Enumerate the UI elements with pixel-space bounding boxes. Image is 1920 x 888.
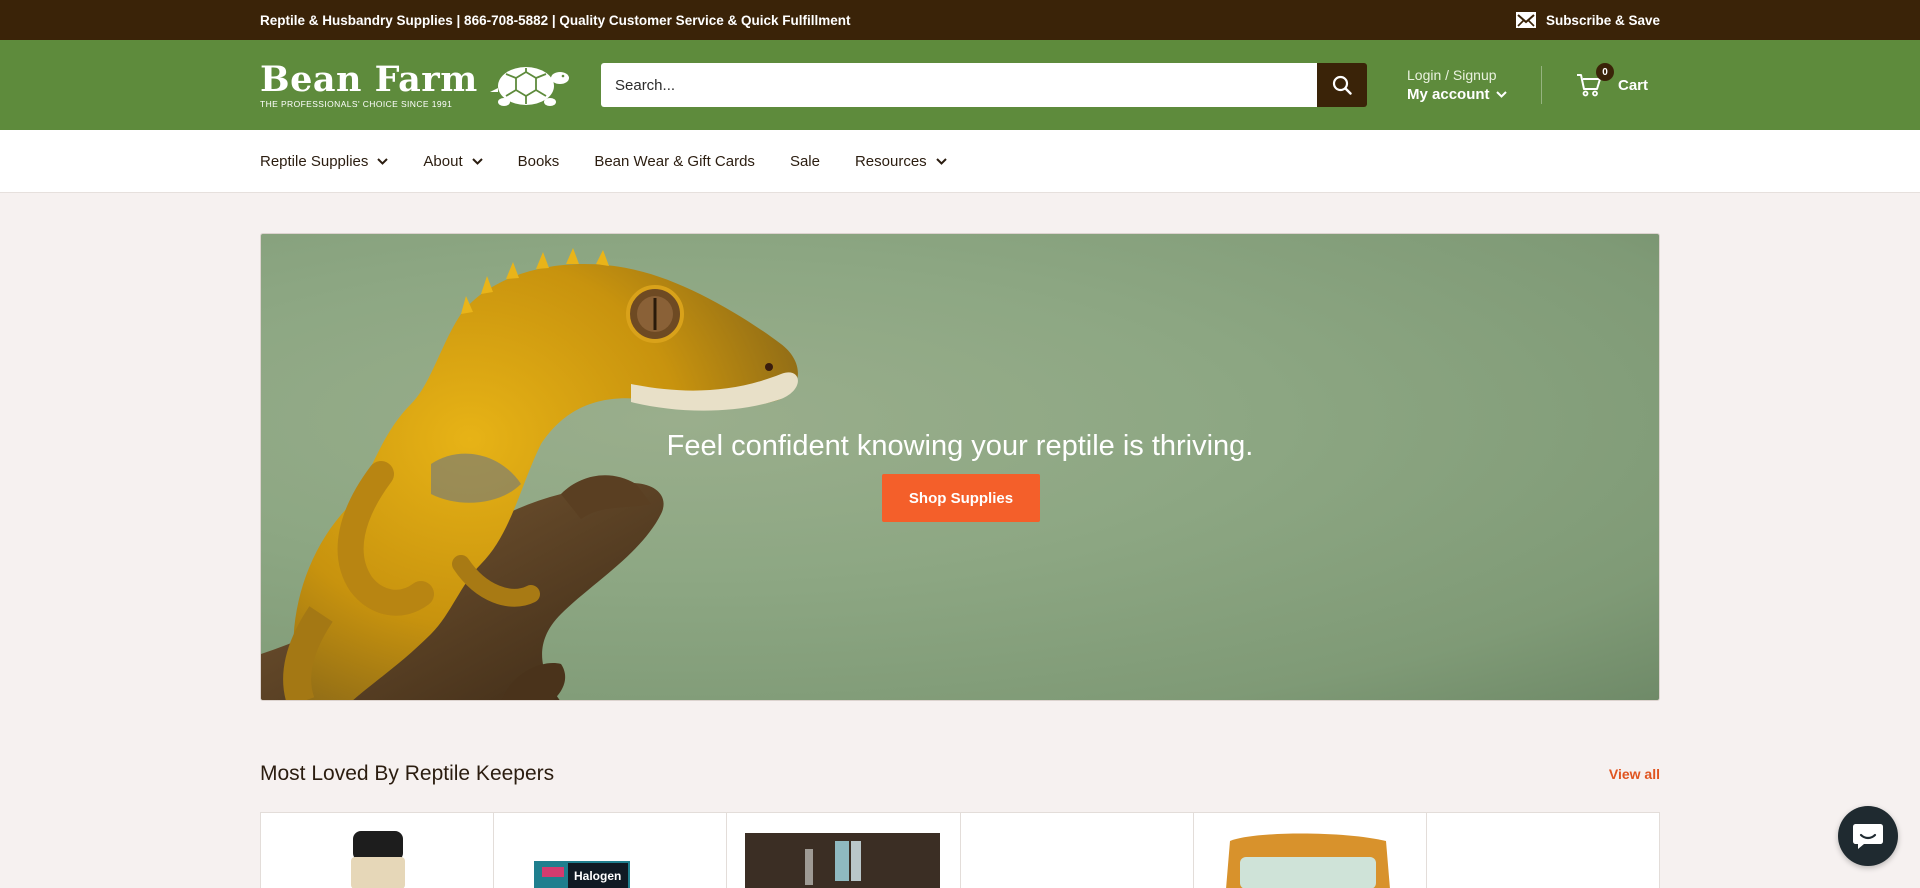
nav-item-reptile-supplies[interactable]: Reptile Supplies [260, 152, 389, 170]
product-terrarium-image [745, 833, 941, 888]
product-card[interactable]: Halogen [494, 813, 728, 888]
featured-section-title: Most Loved By Reptile Keepers [260, 762, 555, 785]
subscribe-label: Subscribe & Save [1545, 12, 1660, 28]
nav-item-label: Books [517, 152, 560, 170]
account-menu[interactable]: Login / Signup My account [1407, 67, 1517, 103]
nav-item-label: Sale [789, 152, 820, 170]
main-nav: Reptile Supplies About Books Bean Wear &… [0, 130, 1920, 193]
logo-brand: Bean Farm [260, 58, 478, 100]
chevron-down-icon [1495, 91, 1507, 98]
announcement-text: Reptile & Husbandry Supplies | 866-708-5… [260, 12, 851, 28]
search-icon [1332, 75, 1352, 95]
chat-icon [1853, 824, 1883, 849]
featured-section-header: Most Loved By Reptile Keepers View all [260, 762, 1660, 786]
nav-item-books[interactable]: Books [518, 153, 560, 170]
login-link[interactable]: Login / Signup [1407, 67, 1517, 83]
site-logo[interactable]: Bean Farm THE PROFESSIONALS' CHOICE SINC… [260, 55, 601, 115]
product-card[interactable] [261, 813, 495, 888]
product-card[interactable] [727, 813, 961, 888]
search-bar [601, 63, 1367, 107]
chevron-down-icon [471, 157, 483, 165]
subscribe-link[interactable]: Subscribe & Save [1515, 12, 1660, 28]
hero-banner: Feel confident knowing your reptile is t… [260, 233, 1660, 701]
nav-item-label: Resources [854, 152, 927, 170]
cart-label: Cart [1618, 76, 1649, 94]
product-card[interactable] [1427, 813, 1659, 888]
chat-widget-button[interactable] [1838, 806, 1898, 866]
product-halogen-image: Halogen [534, 861, 631, 888]
chevron-down-icon [935, 157, 947, 165]
nav-item-label: About [423, 152, 463, 170]
nav-item-sale[interactable]: Sale [790, 153, 820, 170]
search-button[interactable] [1317, 63, 1367, 107]
site-header: Bean Farm THE PROFESSIONALS' CHOICE SINC… [0, 40, 1920, 130]
product-bottle-image [351, 831, 405, 888]
logo-wordmark: Bean Farm THE PROFESSIONALS' CHOICE SINC… [260, 58, 478, 109]
product-card[interactable] [961, 813, 1194, 888]
turtle-logo-icon [489, 67, 569, 106]
cart-count-badge: 0 [1596, 63, 1614, 81]
view-all-link[interactable]: View all [1609, 766, 1660, 782]
my-account-toggle[interactable]: My account [1407, 86, 1517, 103]
logo-tagline: THE PROFESSIONALS' CHOICE SINCE 1991 [260, 98, 453, 109]
cart-link[interactable]: 0 Cart [1576, 63, 1649, 97]
announcement-bar: Reptile & Husbandry Supplies | 866-708-5… [0, 0, 1920, 40]
gecko-image [261, 248, 798, 700]
my-account-label: My account [1407, 86, 1490, 103]
nav-item-label: Reptile Supplies [260, 152, 369, 170]
product-grid: Halogen [260, 812, 1660, 888]
chevron-down-icon [377, 157, 389, 165]
product-bag-image [1225, 833, 1390, 888]
product-thumb-label: Halogen [574, 869, 621, 883]
nav-item-resources[interactable]: Resources [855, 153, 947, 170]
nav-item-about[interactable]: About [423, 152, 483, 170]
hero-headline: Feel confident knowing your reptile is t… [666, 430, 1254, 462]
search-input[interactable] [601, 63, 1317, 107]
shop-supplies-button[interactable]: Shop Supplies [882, 474, 1040, 522]
nav-item-bean-wear[interactable]: Bean Wear & Gift Cards [594, 153, 755, 170]
envelope-icon [1515, 12, 1536, 28]
product-card[interactable] [1194, 813, 1427, 888]
header-divider [1541, 66, 1542, 104]
nav-item-label: Bean Wear & Gift Cards [594, 152, 755, 170]
